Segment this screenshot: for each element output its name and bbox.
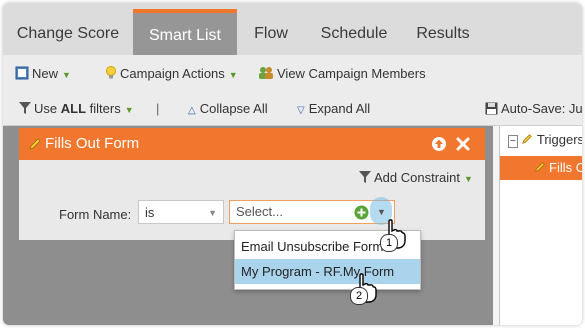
step-2-badge: 2 (350, 287, 368, 305)
triggers-tree-node[interactable]: − Triggers (508, 132, 582, 148)
expand-icon: ▽ (297, 105, 305, 116)
expand-all-button[interactable]: ▽ Expand All (297, 93, 370, 125)
pencil-icon (29, 138, 41, 150)
operator-select[interactable]: is ▼ (138, 200, 224, 224)
form-name-label: Form Name: (59, 207, 132, 222)
operator-value: is (145, 205, 155, 220)
save-icon (485, 102, 498, 115)
trigger-item-label: Fills O (549, 160, 582, 175)
chevron-down-icon: ▼ (228, 70, 238, 80)
move-up-icon[interactable] (431, 136, 447, 152)
form-value-placeholder: Select... (236, 204, 283, 219)
filter-options-bar: Use ALL filters ▼ | △ Collapse All ▽ Expand… (3, 93, 582, 126)
filters-label: filters (89, 101, 121, 116)
funnel-icon (19, 102, 31, 114)
trigger-item-selected[interactable]: Fills O (500, 156, 582, 180)
tab-smart-list[interactable]: Smart List (133, 9, 237, 55)
step-1-badge: 1 (380, 234, 398, 252)
collapse-icon: △ (188, 105, 196, 116)
new-icon (15, 66, 29, 80)
lightbulb-icon (106, 66, 116, 79)
app-window: Change Score Smart List Flow Schedule Re… (3, 3, 582, 325)
tab-flow[interactable]: Flow (237, 9, 305, 55)
auto-save-label: Auto-Save: Jul (501, 101, 582, 116)
pencil-icon (535, 162, 545, 172)
chevron-down-icon: ▼ (464, 174, 473, 184)
add-constraint-button[interactable]: Add Constraint ▼ (359, 170, 473, 185)
dropdown-option-my-program[interactable]: My Program - RF.My Form (235, 259, 420, 284)
tab-results[interactable]: Results (403, 9, 483, 55)
collapse-all-button[interactable]: △ Collapse All (188, 93, 268, 125)
add-constraint-label: Add Constraint (374, 170, 460, 185)
toolbar: New ▼ Campaign Actions ▼ View Campaign Mem… (3, 55, 582, 94)
triggers-label: Triggers (536, 132, 582, 147)
close-icon[interactable] (455, 136, 471, 152)
campaign-actions-label: Campaign Actions (120, 66, 225, 81)
pencil-icon (522, 134, 533, 144)
add-circle-icon[interactable] (354, 205, 369, 220)
new-label: New (32, 66, 59, 81)
chevron-down-icon: ▼ (62, 70, 71, 80)
form-value-select[interactable]: Select... ▼ (229, 197, 395, 225)
filter-card: Fills Out Form Add Constraint ▼ Form Name… (19, 128, 485, 240)
smart-list-canvas: Fills Out Form Add Constraint ▼ Form Name… (3, 126, 493, 325)
chevron-down-icon: ▼ (124, 105, 134, 115)
tab-schedule[interactable]: Schedule (305, 9, 403, 55)
funnel-icon (359, 171, 371, 183)
filter-card-title: Fills Out Form (45, 135, 140, 152)
all-label: ALL (60, 101, 87, 116)
triggers-panel: − Triggers Fills O (499, 126, 582, 325)
new-button[interactable]: New ▼ (15, 55, 71, 93)
members-icon (259, 67, 273, 79)
use-label: Use (34, 101, 58, 116)
auto-save-status: Auto-Save: Jul (485, 93, 582, 125)
filter-card-header[interactable]: Fills Out Form (19, 128, 485, 160)
expand-label: Expand All (308, 101, 371, 116)
collapse-toggle-icon[interactable]: − (508, 135, 518, 148)
use-filters-dropdown[interactable]: Use ALL filters ▼ (19, 93, 134, 125)
separator: | (156, 101, 160, 116)
view-campaign-members-button[interactable]: View Campaign Members (258, 55, 426, 93)
tab-bar: Change Score Smart List Flow Schedule Re… (3, 3, 582, 55)
chevron-down-icon: ▼ (208, 208, 217, 218)
view-members-label: View Campaign Members (277, 66, 426, 81)
campaign-actions-button[interactable]: Campaign Actions ▼ (105, 55, 238, 93)
collapse-label: Collapse All (199, 101, 268, 116)
tab-change-score[interactable]: Change Score (3, 9, 133, 55)
